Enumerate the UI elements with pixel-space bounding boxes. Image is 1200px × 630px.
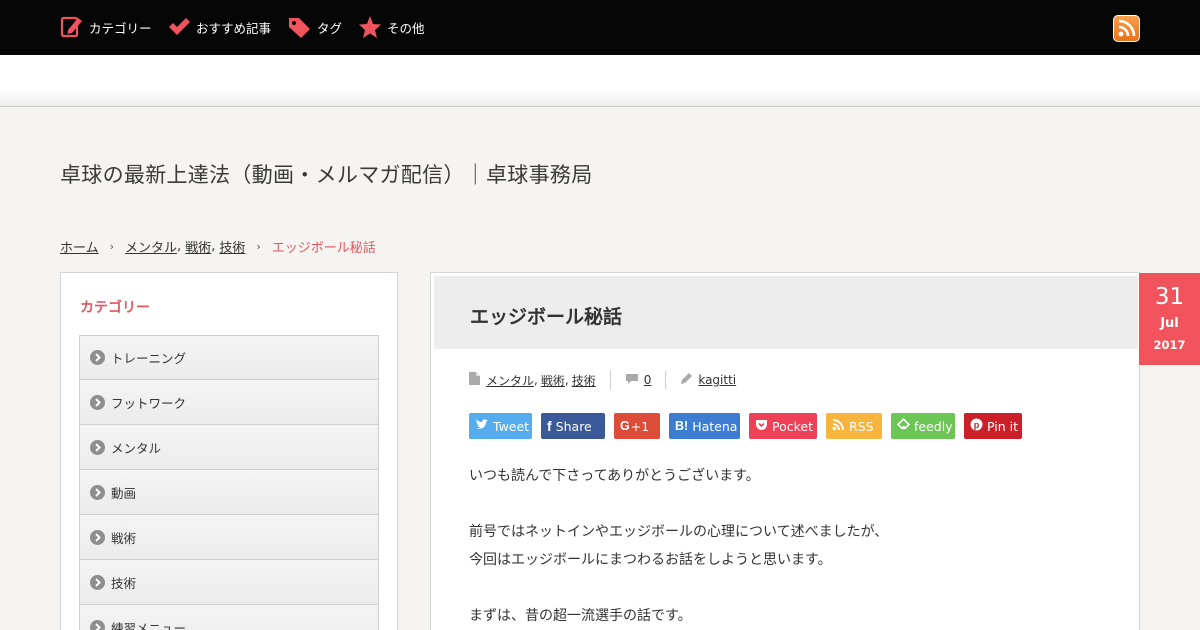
facebook-share-button[interactable]: f Share: [541, 413, 605, 439]
breadcrumb-category-link[interactable]: 戦術: [185, 237, 211, 256]
sidebar-category-item[interactable]: 技術: [79, 560, 379, 605]
sidebar: カテゴリー トレーニング フットワーク メンタル動画戦術技術練習メニュー: [60, 272, 398, 630]
feedly-button[interactable]: feedly: [891, 413, 955, 439]
meta-category-link[interactable]: 技術: [572, 372, 596, 389]
chevron-right-icon: [90, 574, 105, 590]
pencil-icon: [680, 372, 693, 388]
hatena-bookmark-icon: B!: [675, 419, 689, 433]
sidebar-category-label: 戦術: [111, 530, 137, 546]
sidebar-category-label: 動画: [111, 485, 137, 501]
sidebar-category-label: 技術: [111, 575, 137, 591]
facebook-icon: f: [547, 418, 552, 434]
meta-category-link[interactable]: メンタル: [486, 372, 534, 389]
article-paragraph: まずは、昔の超一流選手の話です。: [469, 608, 692, 624]
nav-item-label: おすすめ記事: [196, 20, 272, 36]
nav-item-label: カテゴリー: [89, 20, 152, 36]
google-plus-icon: G: [620, 419, 630, 433]
chevron-right-icon: [90, 484, 105, 500]
share-label: Share: [555, 418, 592, 434]
nav-item-categories[interactable]: カテゴリー: [60, 14, 152, 40]
meta-divider: [665, 371, 667, 389]
pinterest-icon: p: [970, 418, 983, 434]
pinterest-button[interactable]: p Pin it: [964, 413, 1022, 439]
meta-category-link[interactable]: 戦術: [541, 372, 565, 389]
twitter-bird-icon: [475, 418, 489, 434]
comment-count-link[interactable]: 0: [644, 373, 652, 387]
checkmark-icon: [167, 15, 191, 39]
sidebar-category-label: フットワーク: [111, 395, 187, 411]
sidebar-heading: カテゴリー: [80, 300, 150, 316]
chevron-right-icon: [90, 394, 105, 410]
sidebar-category-item[interactable]: 戦術: [79, 515, 379, 560]
author-link[interactable]: kagitti: [698, 373, 736, 387]
article-paragraph: いつも読んで下さってありがとうございます。: [469, 468, 760, 484]
separator-comma: ,: [534, 373, 538, 387]
pencil-note-icon: [60, 15, 84, 39]
separator-comma: ,: [211, 239, 216, 254]
pocket-button[interactable]: Pocket: [749, 413, 817, 439]
sidebar-category-item[interactable]: 動画: [79, 470, 379, 515]
share-label: Pocket: [772, 418, 813, 434]
share-label: Hatena: [692, 418, 738, 434]
feedly-icon: [896, 417, 911, 434]
header-band: [0, 55, 1200, 107]
nav-item-tags[interactable]: タグ: [288, 14, 342, 40]
svg-text:p: p: [974, 420, 980, 430]
top-navigation-bar: カテゴリー おすすめ記事 タグ その他: [0, 0, 1200, 55]
site-title[interactable]: 卓球の最新上達法（動画・メルマガ配信）｜卓球事務局: [60, 159, 593, 189]
nav-item-label: タグ: [317, 20, 343, 36]
chevron-right-icon: [90, 350, 105, 365]
date-day: 31: [1154, 284, 1185, 310]
sidebar-category-label: トレーニング: [111, 351, 187, 366]
sidebar-category-item[interactable]: フットワーク: [79, 380, 379, 425]
sidebar-category-item[interactable]: トレーニング: [79, 335, 379, 380]
date-month: Jul: [1160, 316, 1179, 331]
share-label: Tweet: [493, 418, 530, 434]
chevron-right-icon: ›: [109, 240, 115, 253]
sidebar-category-item[interactable]: 練習メニュー: [79, 605, 379, 630]
date-year: 2017: [1153, 338, 1186, 352]
category-list: トレーニング フットワーク メンタル動画戦術技術練習メニュー: [79, 335, 379, 630]
breadcrumb: ホーム › メンタル, 戦術, 技術 › エッジボール秘話: [60, 237, 376, 256]
document-icon: [469, 372, 480, 388]
breadcrumb-category-link[interactable]: メンタル: [125, 237, 177, 256]
sidebar-category-item[interactable]: メンタル: [79, 425, 379, 470]
sidebar-category-label: メンタル: [111, 440, 162, 456]
chevron-right-icon: [90, 619, 105, 630]
article-meta: メンタル, 戦術, 技術 0 kagitti: [469, 370, 736, 390]
article-header: エッジボール秘話: [434, 276, 1138, 349]
share-label: feedly: [914, 418, 953, 434]
nav-item-recommended[interactable]: おすすめ記事: [167, 14, 271, 40]
chevron-right-icon: ›: [256, 240, 261, 253]
article-paragraph: 前号ではネットインやエッジボールの心理について述べましたが、: [469, 524, 889, 540]
date-badge: 31 Jul 2017: [1139, 273, 1200, 365]
separator-comma: ,: [564, 373, 569, 387]
meta-divider: [609, 371, 611, 389]
share-label: RSS: [849, 418, 874, 434]
separator-comma: ,: [177, 239, 182, 254]
nav-item-label: その他: [387, 20, 425, 36]
star-icon: [358, 15, 382, 39]
share-label: Pin it: [987, 418, 1019, 434]
comment-bubble-icon: [625, 373, 639, 388]
breadcrumb-home-link[interactable]: ホーム: [60, 237, 99, 256]
google-plus-button[interactable]: G +1: [614, 413, 660, 439]
chevron-right-icon: [90, 529, 105, 545]
share-label: +1: [630, 418, 650, 434]
hatena-button[interactable]: B! Hatena: [669, 413, 740, 439]
rss-feed-icon[interactable]: [1113, 15, 1140, 42]
breadcrumb-current: エッジボール秘話: [271, 241, 376, 256]
rss-icon: [832, 418, 845, 434]
sidebar-category-label: 練習メニュー: [111, 620, 187, 630]
tweet-button[interactable]: Tweet: [469, 413, 532, 439]
rss-button[interactable]: RSS: [826, 413, 882, 439]
nav-item-other[interactable]: その他: [358, 14, 425, 40]
article-paragraph: 今回はエッジボールにまつわるお話をしようと思います。: [469, 552, 832, 568]
article-title: エッジボール秘話: [470, 306, 623, 328]
breadcrumb-category-link[interactable]: 技術: [219, 237, 245, 256]
chevron-right-icon: [90, 439, 105, 455]
tag-icon: [288, 15, 312, 39]
pocket-icon: [755, 419, 768, 434]
article-card: エッジボール秘話: [430, 272, 1140, 630]
